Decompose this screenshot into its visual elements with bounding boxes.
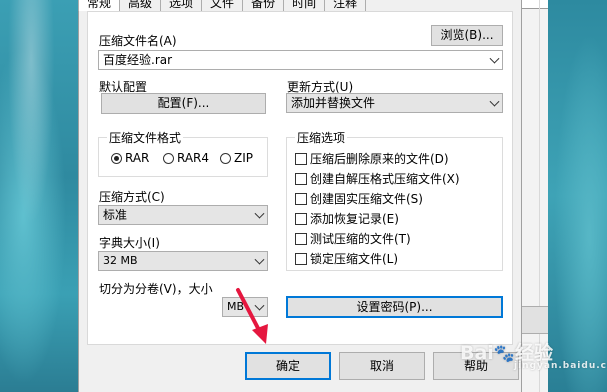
split-volumes-label: 切分为分卷(V)，大小	[99, 282, 213, 296]
option-label: 添加恢复记录(E)	[310, 212, 399, 226]
format-rar4-label: RAR4	[177, 151, 210, 165]
desktop-wallpaper-right	[548, 0, 607, 392]
browse-button[interactable]: 浏览(B)...	[431, 25, 503, 46]
compression-method-select[interactable]: 标准	[98, 205, 268, 225]
radio-icon	[220, 152, 231, 164]
option-test-files[interactable]: 测试压缩的文件(T)	[295, 230, 411, 247]
general-tab-page: 压缩文件名(A) 浏览(B)... 百度经验.rar 默认配置 配置(F)...…	[87, 11, 513, 345]
baidu-jingyan-watermark: Bai🐾经验 jingyan.baidu.com	[460, 338, 607, 371]
desktop-wallpaper-left	[0, 0, 78, 392]
compression-method-label: 压缩方式(C)	[99, 190, 165, 204]
format-zip-label: ZIP	[234, 151, 253, 165]
compression-method-value: 标准	[103, 208, 128, 222]
option-lock-archive[interactable]: 锁定压缩文件(L)	[295, 250, 398, 267]
update-mode-value: 添加并替换文件	[291, 96, 376, 110]
archive-options-title: 压缩选项	[295, 129, 348, 146]
option-label: 压缩后删除原来的文件(D)	[310, 152, 449, 166]
archive-format-title: 压缩文件格式	[107, 129, 184, 146]
dictionary-size-label: 字典大小(I)	[99, 236, 160, 250]
format-rar-label: RAR	[125, 151, 150, 165]
archive-options-group: 压缩选项 压缩后删除原来的文件(D) 创建自解压格式压缩文件(X) 创建固实压缩…	[286, 129, 503, 271]
tab-general[interactable]: 常规	[78, 0, 121, 11]
format-radio-zip[interactable]: ZIP	[220, 151, 253, 165]
checkbox-icon	[295, 152, 307, 165]
format-radio-rar[interactable]: RAR	[111, 151, 149, 165]
profiles-button[interactable]: 配置(F)...	[101, 93, 266, 114]
radio-icon	[163, 152, 174, 164]
cancel-button[interactable]: 取消	[339, 352, 425, 380]
checkbox-icon	[295, 192, 307, 205]
archive-settings-dialog: 常规 高级 选项 文件 备份 时间 注释 压缩文件名(A) 浏览(B)... 百…	[78, 0, 522, 392]
archive-name-value: 百度经验.rar	[103, 53, 173, 67]
checkbox-icon	[295, 232, 307, 245]
dictionary-size-value: 32 MB	[103, 254, 138, 267]
chevron-down-icon	[489, 53, 500, 64]
chevron-down-icon	[254, 254, 265, 265]
set-password-button[interactable]: 设置密码(P)...	[286, 296, 503, 318]
update-mode-select[interactable]: 添加并替换文件	[286, 93, 503, 113]
option-recovery-record[interactable]: 添加恢复记录(E)	[295, 210, 399, 227]
watermark-text: Bai	[460, 342, 494, 364]
archive-name-label: 压缩文件名(A)	[99, 34, 177, 48]
dictionary-size-select[interactable]: 32 MB	[98, 251, 268, 271]
archive-format-group: 压缩文件格式 RAR RAR4 ZIP	[98, 129, 268, 177]
checkbox-icon	[295, 172, 307, 185]
option-label: 锁定压缩文件(L)	[310, 252, 399, 266]
option-delete-after[interactable]: 压缩后删除原来的文件(D)	[295, 150, 449, 167]
option-label: 创建固实压缩文件(S)	[310, 192, 423, 206]
radio-selected-icon	[111, 152, 122, 164]
option-solid-archive[interactable]: 创建固实压缩文件(S)	[295, 190, 423, 207]
chevron-down-icon	[254, 208, 265, 219]
paw-logo-icon: 🐾	[493, 344, 515, 364]
chevron-down-icon	[489, 96, 500, 107]
option-label: 测试压缩的文件(T)	[310, 232, 411, 246]
watermark-sub: jingyan.baidu.com	[514, 361, 607, 371]
option-create-sfx[interactable]: 创建自解压格式压缩文件(X)	[295, 170, 460, 187]
option-label: 创建自解压格式压缩文件(X)	[310, 172, 460, 186]
checkbox-icon	[295, 212, 307, 225]
archive-name-combo[interactable]: 百度经验.rar	[98, 50, 503, 70]
ok-button[interactable]: 确定	[245, 352, 331, 380]
annotation-arrow-icon	[236, 288, 268, 344]
checkbox-icon	[295, 252, 307, 265]
format-radio-rar4[interactable]: RAR4	[163, 151, 209, 165]
